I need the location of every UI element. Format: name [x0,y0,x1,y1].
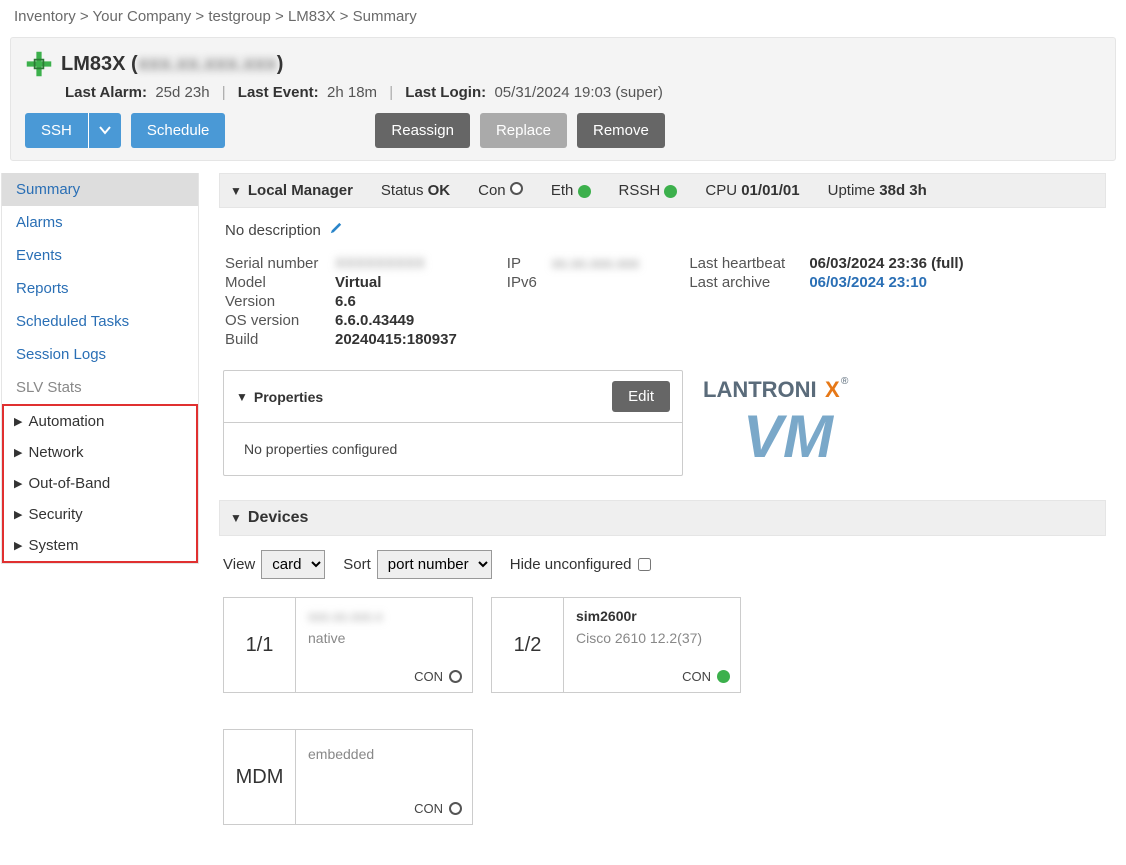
view-select[interactable]: card [261,550,325,579]
device-card[interactable]: 1/2 sim2600r Cisco 2610 12.2(37) CON [491,597,741,693]
svg-text:X: X [825,377,840,402]
device-meta-row: Last Alarm: 25d 23h | Last Event: 2h 18m… [25,84,1101,101]
expand-icon: ▶ [14,539,22,552]
devices-controls: View card Sort port number Hide unconfig… [219,536,1106,593]
serial-value: XXXXXXXXX [335,255,425,272]
devices-section-header: ▼ Devices [219,500,1106,536]
device-port: 1/2 [492,598,564,692]
replace-button: Replace [480,113,567,148]
local-manager-status-bar: ▼ Local Manager Status OK Con Eth RSSH C… [219,173,1106,208]
sidebar-item-slv-stats: SLV Stats [2,371,198,404]
device-con-status: CON [682,669,730,684]
properties-empty-text: No properties configured [224,423,682,475]
page-title: LM83X (xxx.xx.xxx.xxx) [61,53,283,76]
hide-unconfigured-label[interactable]: Hide unconfigured [510,556,651,573]
collapse-icon[interactable]: ▼ [230,511,242,525]
breadcrumb-item[interactable]: Inventory [14,8,76,25]
svg-text:LANTRONI: LANTRONI [703,377,817,402]
sidebar-item-network[interactable]: ▶Network [4,437,196,468]
hide-unconfigured-checkbox[interactable] [638,558,651,571]
device-name: sim2600r [576,608,728,624]
con-status-icon [449,670,462,683]
device-port: MDM [224,730,296,824]
sidebar-item-out-of-band[interactable]: ▶Out-of-Band [4,468,196,499]
ssh-dropdown-icon[interactable] [88,113,121,148]
breadcrumb-item: Summary [353,8,417,25]
sidebar-item-events[interactable]: Events [2,239,198,272]
device-subtype: Cisco 2610 12.2(37) [576,630,728,646]
device-name: xxx.xx.xxx.x [308,608,460,624]
eth-status-icon [578,185,591,198]
collapse-icon[interactable]: ▼ [236,390,248,404]
con-status-icon [449,802,462,815]
status-rssh: RSSH [619,182,678,199]
sidebar-item-alarms[interactable]: Alarms [2,206,198,239]
rssh-status-icon [664,185,677,198]
device-ip-masked: xxx.xx.xxx.xxx [138,53,277,75]
breadcrumb-item[interactable]: Your Company [93,8,192,25]
svg-text:VM: VM [743,403,835,470]
collapse-icon[interactable]: ▼ [230,184,242,198]
status-con: Con [478,182,523,199]
status-cpu: CPU 01/01/01 [705,182,799,199]
remove-button[interactable]: Remove [577,113,665,148]
device-con-status: CON [414,669,462,684]
brand-logo: LANTRONI X ® VM [703,370,903,476]
device-port: 1/1 [224,598,296,692]
device-subtype: native [308,630,460,646]
device-subtype: embedded [308,746,460,762]
sidebar-item-scheduled-tasks[interactable]: Scheduled Tasks [2,305,198,338]
ssh-button[interactable]: SSH [25,113,88,148]
status-uptime: Uptime 38d 3h [828,182,927,199]
sidebar-highlighted-group: ▶Automation ▶Network ▶Out-of-Band ▶Secur… [2,404,198,563]
device-logo-icon [25,50,53,78]
ssh-split-button[interactable]: SSH [25,113,121,148]
sidebar-item-session-logs[interactable]: Session Logs [2,338,198,371]
con-status-icon [717,670,730,683]
edit-description-icon[interactable] [329,222,344,239]
schedule-button[interactable]: Schedule [131,113,226,148]
content-area: ▼ Local Manager Status OK Con Eth RSSH C… [219,173,1116,829]
sidebar-item-system[interactable]: ▶System [4,530,196,561]
expand-icon: ▶ [14,477,22,490]
status-eth: Eth [551,182,591,199]
device-cards: 1/1 xxx.xx.xxx.x native CON 1/2 sim2600r… [219,593,1106,829]
details-block: Serial numberXXXXXXXXX ModelVirtual Vers… [219,251,1106,362]
device-card[interactable]: MDM embedded CON [223,729,473,825]
sort-select[interactable]: port number [377,550,492,579]
properties-panel: ▼ Properties Edit No properties configur… [223,370,683,476]
sidebar-item-automation[interactable]: ▶Automation [4,406,196,437]
breadcrumb: Inventory > Your Company > testgroup > L… [0,0,1126,33]
con-status-icon [510,182,523,195]
header-panel: LM83X (xxx.xx.xxx.xxx) Last Alarm: 25d 2… [10,37,1116,161]
description-row: No description [219,208,1106,251]
device-con-status: CON [414,801,462,816]
sidebar: Summary Alarms Events Reports Scheduled … [1,173,199,564]
sidebar-item-security[interactable]: ▶Security [4,499,196,530]
breadcrumb-item[interactable]: LM83X [288,8,336,25]
breadcrumb-item[interactable]: testgroup [208,8,271,25]
expand-icon: ▶ [14,508,22,521]
expand-icon: ▶ [14,446,22,459]
edit-properties-button[interactable]: Edit [612,381,670,412]
last-archive-link[interactable]: 06/03/2024 23:10 [809,274,927,291]
sidebar-item-reports[interactable]: Reports [2,272,198,305]
status-ok: Status OK [381,182,450,199]
sidebar-item-summary[interactable]: Summary [2,173,198,206]
svg-text:®: ® [841,376,849,387]
expand-icon: ▶ [14,415,22,428]
reassign-button[interactable]: Reassign [375,113,470,148]
ip-value: xx.xx.xxx.xxx [552,255,640,272]
device-card[interactable]: 1/1 xxx.xx.xxx.x native CON [223,597,473,693]
